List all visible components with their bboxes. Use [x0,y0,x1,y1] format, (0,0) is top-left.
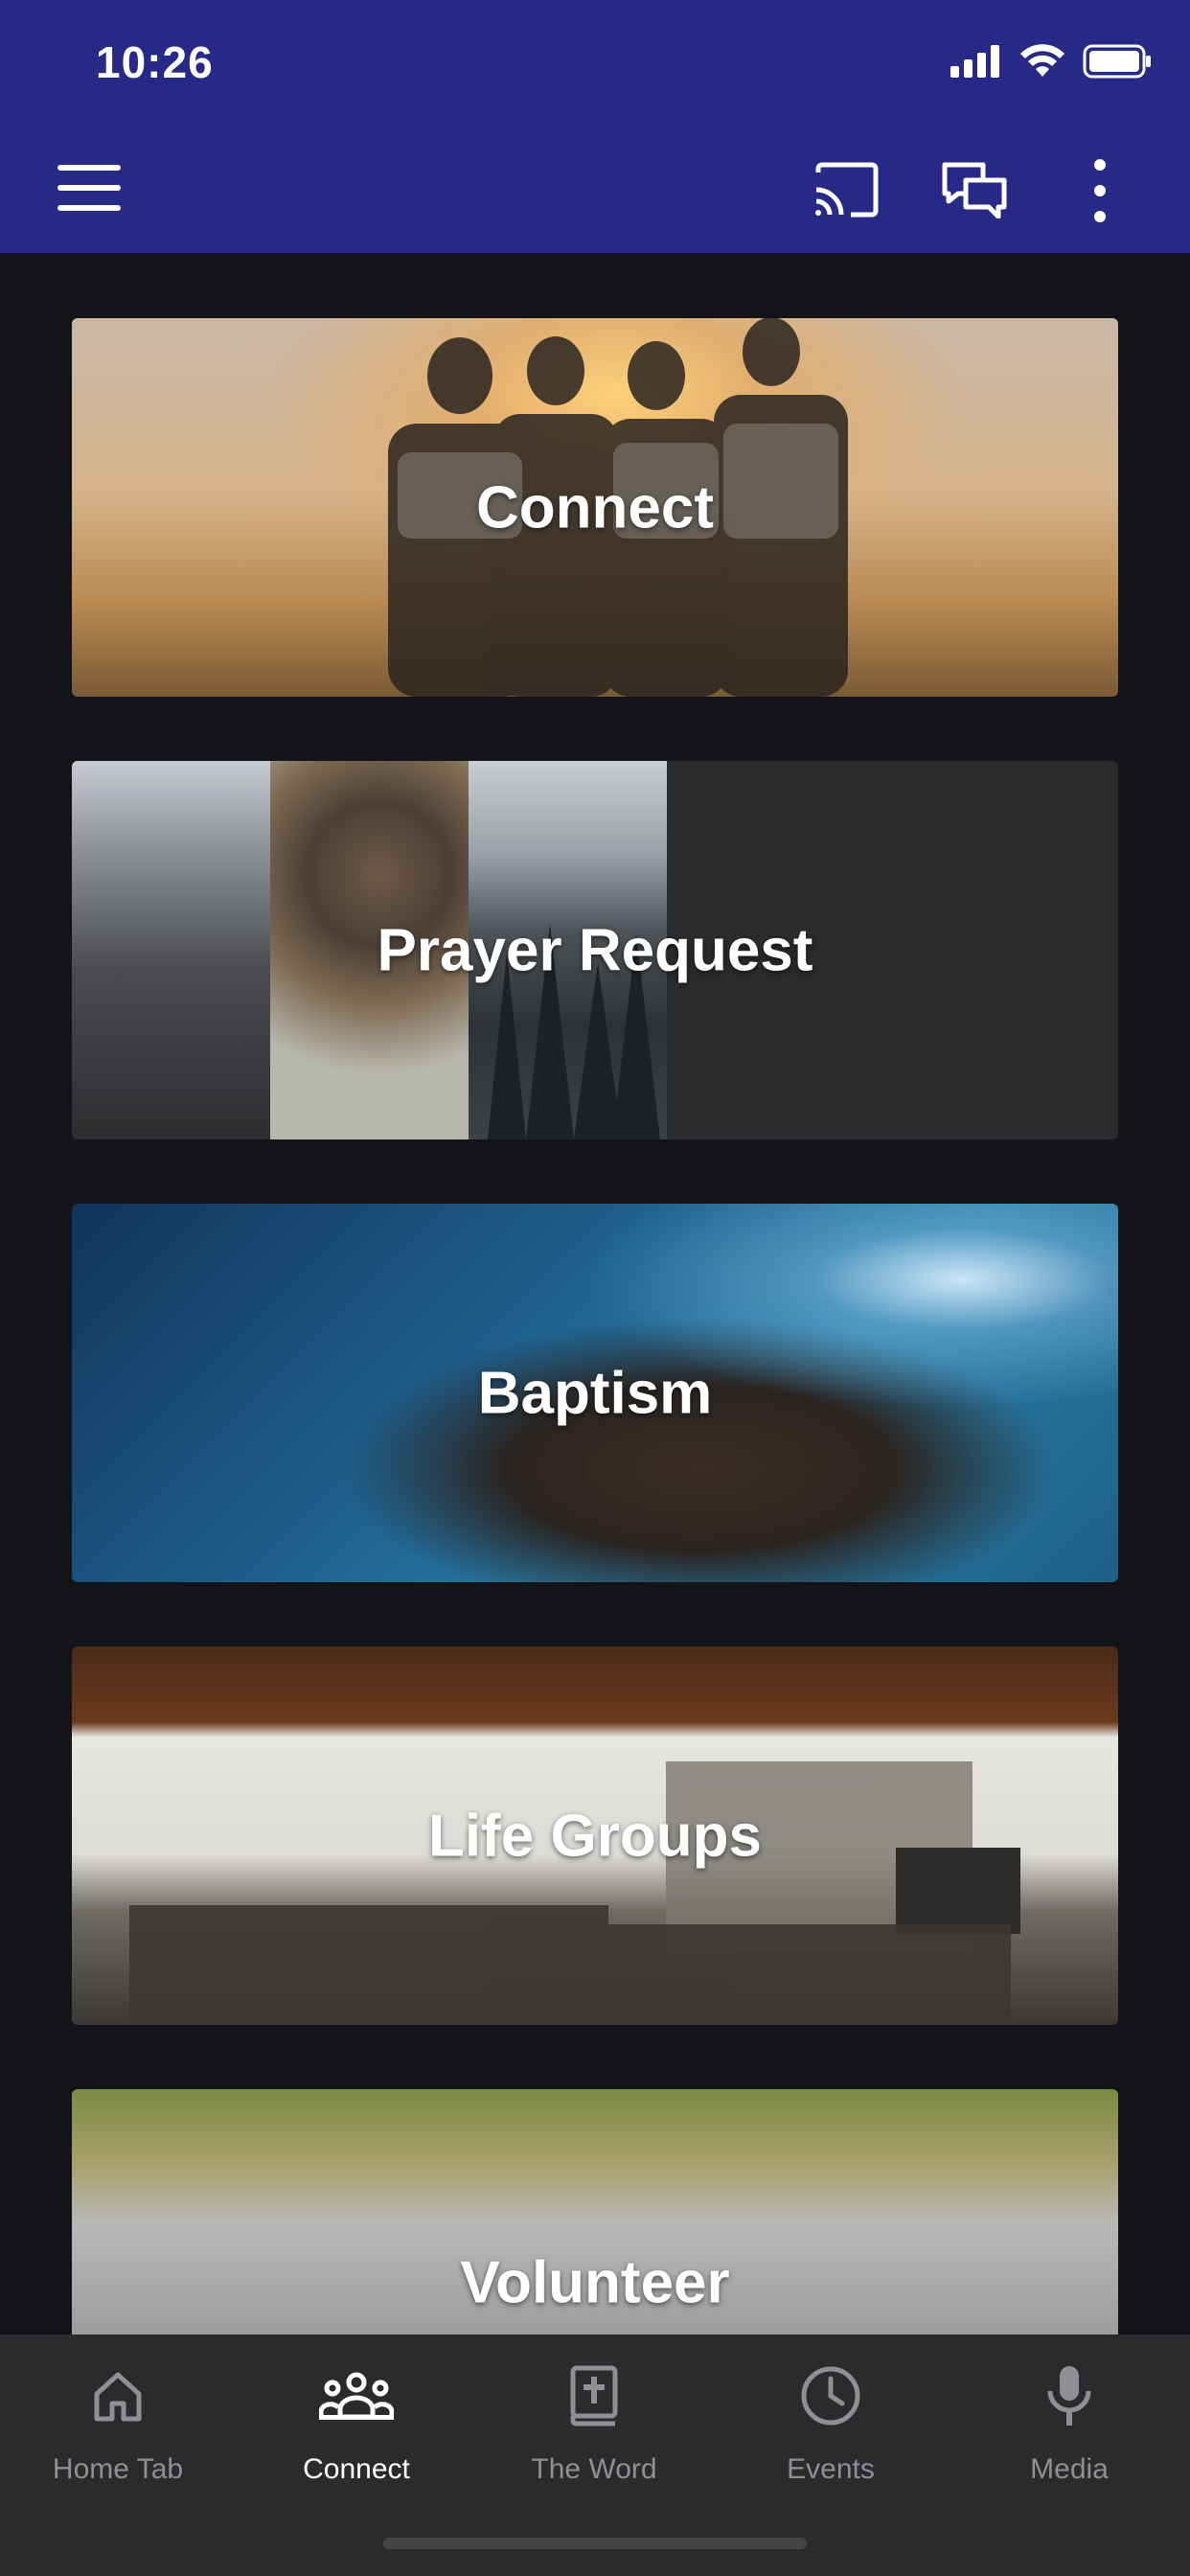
card-label: Prayer Request [377,917,813,983]
microphone-icon [1047,2366,1091,2426]
nav-events[interactable]: Events [735,2358,927,2486]
chat-icon[interactable] [941,161,1008,218]
card-baptism[interactable]: Baptism [72,1204,1118,1582]
nav-label: Home Tab [52,2453,184,2485]
people-icon [319,2372,394,2420]
nav-label: Connect [303,2453,410,2485]
nav-label: Events [787,2453,875,2485]
hamburger-menu-icon[interactable] [56,161,123,215]
card-prayer-request[interactable]: Prayer Request [72,761,1118,1139]
nav-home-tab[interactable]: Home Tab [22,2358,214,2486]
nav-media[interactable]: Media [973,2358,1165,2486]
nav-the-word[interactable]: The Word [498,2358,690,2486]
connect-feed[interactable]: Connect Prayer Request Baptism Life Grou… [0,253,1190,2334]
nav-label: Media [1030,2453,1109,2485]
home-icon [94,2372,142,2422]
status-icons [950,44,1152,79]
app-header: 10:26 [0,0,1190,253]
wifi-icon [1020,44,1064,77]
card-label: Life Groups [428,1803,762,1869]
nav-label: The Word [531,2453,657,2485]
bible-icon [570,2365,618,2426]
cast-icon[interactable] [812,161,880,218]
more-vertical-icon[interactable] [1083,157,1117,224]
signal-icon [950,45,999,78]
card-volunteer[interactable]: Volunteer [72,2089,1118,2334]
home-indicator [383,2538,807,2549]
card-connect[interactable]: Connect [72,318,1118,697]
clock-icon [801,2366,860,2426]
nav-connect[interactable]: Connect [261,2358,452,2486]
card-label: Volunteer [460,2249,730,2316]
status-time: 10:26 [96,37,214,87]
battery-icon [1083,44,1151,79]
card-life-groups[interactable]: Life Groups [72,1646,1118,2025]
card-label: Baptism [477,1360,713,1426]
card-label: Connect [476,474,714,540]
